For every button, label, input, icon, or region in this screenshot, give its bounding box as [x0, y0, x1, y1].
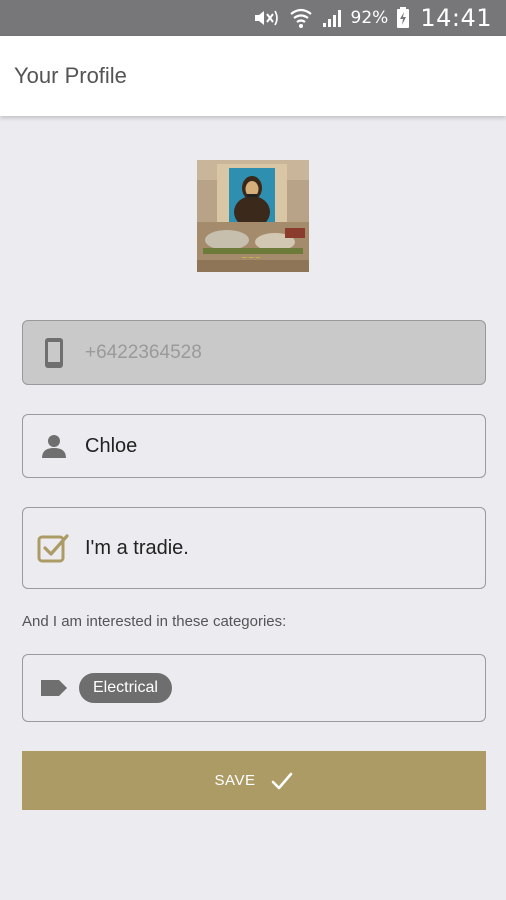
- phone-value: +6422364528: [85, 341, 202, 363]
- profile-avatar[interactable]: ~~~: [197, 160, 309, 272]
- name-field[interactable]: Chloe: [22, 414, 486, 478]
- save-label: SAVE: [214, 772, 256, 789]
- check-icon: [272, 772, 293, 789]
- phone-icon: [23, 337, 85, 369]
- categories-field[interactable]: Electrical: [22, 654, 486, 722]
- battery-percent: 92%: [350, 8, 389, 28]
- categories-label: And I am interested in these categories:: [22, 613, 287, 630]
- category-chip-electrical[interactable]: Electrical: [79, 673, 172, 703]
- tradie-checkbox[interactable]: [23, 533, 85, 563]
- avatar-image: ~~~: [197, 160, 309, 272]
- person-icon: [23, 433, 85, 459]
- mute-icon: [251, 7, 281, 29]
- status-bar: 92% 14:41: [0, 0, 506, 36]
- page-title: Your Profile: [14, 63, 127, 88]
- wifi-icon: [289, 7, 313, 29]
- battery-charging-icon: [396, 7, 410, 29]
- app-bar: Your Profile: [0, 36, 506, 116]
- tag-icon: [23, 677, 85, 699]
- checkbox-checked-icon: [37, 534, 69, 563]
- phone-field: +6422364528: [22, 320, 486, 385]
- tradie-label: I'm a tradie.: [85, 536, 189, 559]
- name-value[interactable]: Chloe: [85, 435, 137, 458]
- tradie-toggle[interactable]: I'm a tradie.: [22, 507, 486, 589]
- save-button[interactable]: SAVE: [22, 751, 486, 810]
- signal-icon: [321, 7, 345, 29]
- clock: 14:41: [420, 4, 492, 32]
